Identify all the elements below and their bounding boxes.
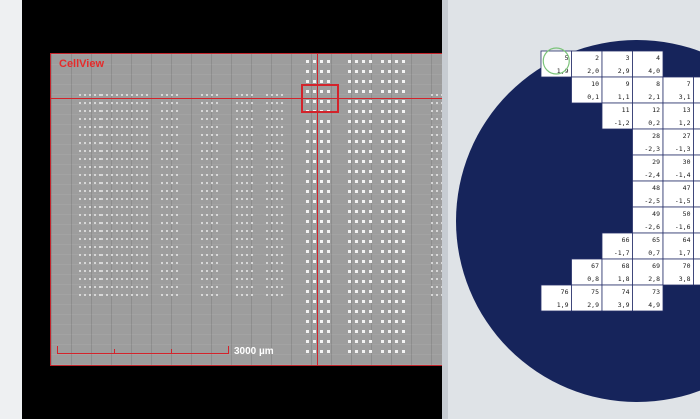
die-coordinate-label: -1,5 [675, 197, 691, 205]
die-id-label: 49 [652, 210, 660, 218]
die-id-label: 69 [652, 262, 660, 270]
cell-view-title: CellView [59, 58, 105, 70]
die-id-label: 2 [595, 54, 599, 62]
die-id-label: 28 [652, 132, 660, 140]
die-coordinate-label: -1,4 [675, 171, 691, 179]
die-id-label: 11 [622, 106, 630, 114]
die-coordinate-label: -2,4 [644, 171, 660, 179]
scale-bar-tick [228, 346, 229, 354]
wafer-map-panel: 51,922,032,944,0100,191,182,173,164,111-… [448, 0, 700, 419]
die-coordinate-label: 3,9 [618, 301, 630, 309]
die-id-label: 29 [652, 158, 660, 166]
die-coordinate-label: 4,9 [648, 301, 660, 309]
die-coordinate-label: -1,7 [614, 249, 630, 257]
die-coordinate-label: 1,9 [557, 301, 569, 309]
die-id-label: 50 [683, 210, 691, 218]
die-coordinate-label: 1,1 [618, 93, 630, 101]
die-cell[interactable] [693, 232, 700, 260]
die-id-label: 73 [652, 288, 660, 296]
die-id-label: 8 [656, 80, 660, 88]
die-coordinate-label: 0,2 [648, 119, 660, 127]
die-coordinate-label: 1,7 [679, 249, 691, 257]
die-id-label: 66 [622, 236, 630, 244]
die-id-label: 70 [683, 262, 691, 270]
die-id-label: 9 [626, 80, 630, 88]
die-id-label: 13 [683, 106, 691, 114]
die-coordinate-label: -1,6 [675, 223, 691, 231]
die-id-label: 76 [561, 288, 569, 296]
die-coordinate-label: 1,2 [679, 119, 691, 127]
cell-view-panel: CellView 3000 µm [22, 0, 442, 419]
die-coordinate-label: 1,8 [618, 275, 630, 283]
die-cell[interactable] [693, 128, 700, 156]
die-coordinate-label: -2,3 [644, 145, 660, 153]
die-id-label: 48 [652, 184, 660, 192]
die-coordinate-label: 0,7 [648, 249, 660, 257]
left-margin [0, 0, 22, 419]
die-coordinate-label: -1,3 [675, 145, 691, 153]
die-cell[interactable] [693, 154, 700, 182]
die-coordinate-label: 0,1 [587, 93, 599, 101]
die-coordinate-label: 0,8 [587, 275, 599, 283]
die-id-label: 65 [652, 236, 660, 244]
die-id-label: 27 [683, 132, 691, 140]
die-id-label: 7 [687, 80, 691, 88]
die-id-label: 64 [683, 236, 691, 244]
die-id-label: 74 [622, 288, 630, 296]
cell-view-image[interactable]: CellView 3000 µm [50, 53, 442, 366]
die-cell[interactable] [693, 206, 700, 234]
scale-bar-label: 3000 µm [234, 346, 274, 357]
die-coordinate-label: 3,1 [679, 93, 691, 101]
die-id-label: 75 [591, 288, 599, 296]
die-id-label: 30 [683, 158, 691, 166]
die-coordinate-label: -2,5 [644, 197, 660, 205]
die-cell[interactable] [693, 258, 700, 286]
die-id-label: 10 [591, 80, 599, 88]
scale-bar-tick [114, 349, 115, 354]
die-id-label: 3 [626, 54, 630, 62]
die-coordinate-label: 2,9 [587, 301, 599, 309]
die-coordinate-label: -1,2 [614, 119, 630, 127]
wafer-grid[interactable]: 51,922,032,944,0100,191,182,173,164,111-… [448, 0, 700, 419]
die-cell[interactable] [693, 102, 700, 130]
die-coordinate-label: 2,1 [648, 93, 660, 101]
die-cell[interactable] [693, 180, 700, 208]
die-coordinate-label: -2,6 [644, 223, 660, 231]
die-coordinate-label: 3,8 [679, 275, 691, 283]
die-id-label: 4 [656, 54, 660, 62]
scale-bar-line [57, 353, 229, 354]
die-coordinate-label: 4,0 [648, 67, 660, 75]
die-coordinate-label: 2,0 [587, 67, 599, 75]
die-coordinate-label: 2,8 [648, 275, 660, 283]
die-id-label: 67 [591, 262, 599, 270]
scale-bar-tick [171, 349, 172, 354]
die-id-label: 12 [652, 106, 660, 114]
scale-bar-tick [57, 346, 58, 354]
die-id-label: 47 [683, 184, 691, 192]
selection-box[interactable] [301, 84, 339, 113]
crosshair-horizontal-line [51, 98, 442, 99]
die-id-label: 68 [622, 262, 630, 270]
die-coordinate-label: 2,9 [618, 67, 630, 75]
die-cell[interactable] [693, 76, 700, 104]
